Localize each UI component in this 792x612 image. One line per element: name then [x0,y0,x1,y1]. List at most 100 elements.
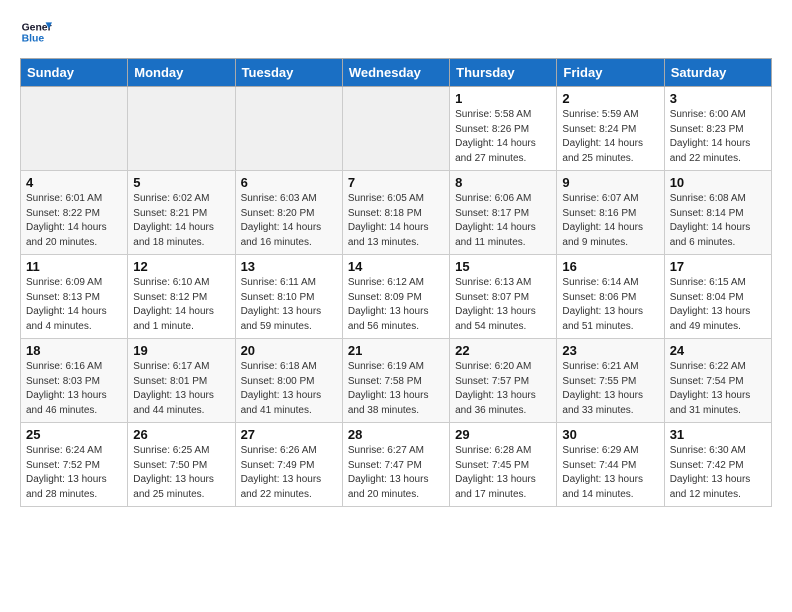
svg-text:Blue: Blue [22,34,45,45]
day-header-saturday: Saturday [664,59,771,87]
calendar-cell: 27 Sunrise: 6:26 AM Sunset: 7:49 PM Dayli… [235,423,342,507]
day-info: Sunrise: 6:25 AM Sunset: 7:50 PM Dayligh… [133,444,229,502]
day-number: 16 [562,259,658,274]
week-row-1: 1Sunrise: 5:58 AM Sunset: 8:26 PM Daylig… [21,87,772,171]
day-info: Sunrise: 6:15 AM Sunset: 8:04 PM Dayligh… [670,276,766,334]
calendar-cell: 20 Sunrise: 6:18 AM Sunset: 8:00 PM Dayli… [235,339,342,423]
day-info: Sunrise: 6:03 AM Sunset: 8:20 PM Dayligh… [241,192,337,250]
day-number: 13 [241,259,337,274]
day-info: Sunrise: 6:16 AM Sunset: 8:03 PM Dayligh… [26,360,122,418]
day-info: Sunrise: 6:14 AM Sunset: 8:06 PM Dayligh… [562,276,658,334]
calendar-cell: 2 Sunrise: 5:59 AM Sunset: 8:24 PM Daylig… [557,87,664,171]
day-info: Sunrise: 6:21 AM Sunset: 7:55 PM Dayligh… [562,360,658,418]
calendar-cell: 30 Sunrise: 6:29 AM Sunset: 7:44 PM Dayli… [557,423,664,507]
day-info: Sunrise: 6:01 AM Sunset: 8:22 PM Dayligh… [26,192,122,250]
calendar-table: SundayMondayTuesdayWednesdayThursdayFrid… [20,58,772,507]
day-info: Sunrise: 6:26 AM Sunset: 7:49 PM Dayligh… [241,444,337,502]
day-info: Sunrise: 6:28 AM Sunset: 7:45 PM Dayligh… [455,444,551,502]
day-info: Sunrise: 6:17 AM Sunset: 8:01 PM Dayligh… [133,360,229,418]
day-info: Sunrise: 6:20 AM Sunset: 7:57 PM Dayligh… [455,360,551,418]
logo: General Blue [20,16,52,48]
day-number: 30 [562,427,658,442]
day-info: Sunrise: 6:08 AM Sunset: 8:14 PM Dayligh… [670,192,766,250]
day-number: 3 [670,91,766,106]
day-number: 22 [455,343,551,358]
day-info: Sunrise: 6:00 AM Sunset: 8:23 PM Dayligh… [670,108,766,166]
day-info: Sunrise: 6:22 AM Sunset: 7:54 PM Dayligh… [670,360,766,418]
calendar-cell: 8Sunrise: 6:06 AM Sunset: 8:17 PM Daylig… [450,171,557,255]
day-number: 14 [348,259,444,274]
day-header-thursday: Thursday [450,59,557,87]
day-info: Sunrise: 6:02 AM Sunset: 8:21 PM Dayligh… [133,192,229,250]
day-info: Sunrise: 6:11 AM Sunset: 8:10 PM Dayligh… [241,276,337,334]
logo-icon: General Blue [20,16,52,48]
day-number: 25 [26,427,122,442]
calendar-cell: 29 Sunrise: 6:28 AM Sunset: 7:45 PM Dayli… [450,423,557,507]
day-number: 26 [133,427,229,442]
calendar-cell: 21Sunrise: 6:19 AM Sunset: 7:58 PM Dayli… [342,339,449,423]
calendar-cell: 1Sunrise: 5:58 AM Sunset: 8:26 PM Daylig… [450,87,557,171]
day-number: 28 [348,427,444,442]
day-number: 7 [348,175,444,190]
day-number: 12 [133,259,229,274]
day-number: 11 [26,259,122,274]
calendar-cell: 6 Sunrise: 6:03 AM Sunset: 8:20 PM Daylig… [235,171,342,255]
day-number: 15 [455,259,551,274]
calendar-cell [128,87,235,171]
day-header-monday: Monday [128,59,235,87]
calendar-cell: 25 Sunrise: 6:24 AM Sunset: 7:52 PM Dayli… [21,423,128,507]
calendar-cell: 10 Sunrise: 6:08 AM Sunset: 8:14 PM Dayli… [664,171,771,255]
day-number: 5 [133,175,229,190]
week-row-2: 4 Sunrise: 6:01 AM Sunset: 8:22 PM Daylig… [21,171,772,255]
calendar-cell: 3 Sunrise: 6:00 AM Sunset: 8:23 PM Daylig… [664,87,771,171]
day-info: Sunrise: 6:29 AM Sunset: 7:44 PM Dayligh… [562,444,658,502]
calendar-cell: 12Sunrise: 6:10 AM Sunset: 8:12 PM Dayli… [128,255,235,339]
day-info: Sunrise: 6:09 AM Sunset: 8:13 PM Dayligh… [26,276,122,334]
calendar-cell: 17Sunrise: 6:15 AM Sunset: 8:04 PM Dayli… [664,255,771,339]
day-header-sunday: Sunday [21,59,128,87]
day-number: 19 [133,343,229,358]
day-number: 8 [455,175,551,190]
calendar-cell: 18 Sunrise: 6:16 AM Sunset: 8:03 PM Dayli… [21,339,128,423]
day-number: 31 [670,427,766,442]
calendar-cell [235,87,342,171]
week-row-3: 11 Sunrise: 6:09 AM Sunset: 8:13 PM Dayli… [21,255,772,339]
day-number: 27 [241,427,337,442]
day-info: Sunrise: 6:19 AM Sunset: 7:58 PM Dayligh… [348,360,444,418]
day-number: 23 [562,343,658,358]
calendar-cell: 14 Sunrise: 6:12 AM Sunset: 8:09 PM Dayli… [342,255,449,339]
calendar-cell: 22 Sunrise: 6:20 AM Sunset: 7:57 PM Dayli… [450,339,557,423]
day-number: 6 [241,175,337,190]
calendar-cell: 13 Sunrise: 6:11 AM Sunset: 8:10 PM Dayli… [235,255,342,339]
calendar-cell: 11 Sunrise: 6:09 AM Sunset: 8:13 PM Dayli… [21,255,128,339]
calendar-cell: 16 Sunrise: 6:14 AM Sunset: 8:06 PM Dayli… [557,255,664,339]
week-row-5: 25 Sunrise: 6:24 AM Sunset: 7:52 PM Dayli… [21,423,772,507]
calendar-cell: 9 Sunrise: 6:07 AM Sunset: 8:16 PM Daylig… [557,171,664,255]
day-number: 4 [26,175,122,190]
day-info: Sunrise: 6:24 AM Sunset: 7:52 PM Dayligh… [26,444,122,502]
day-number: 29 [455,427,551,442]
calendar-cell: 28Sunrise: 6:27 AM Sunset: 7:47 PM Dayli… [342,423,449,507]
day-number: 10 [670,175,766,190]
day-number: 18 [26,343,122,358]
calendar-cell: 24 Sunrise: 6:22 AM Sunset: 7:54 PM Dayli… [664,339,771,423]
day-info: Sunrise: 6:07 AM Sunset: 8:16 PM Dayligh… [562,192,658,250]
calendar-cell: 5 Sunrise: 6:02 AM Sunset: 8:21 PM Daylig… [128,171,235,255]
day-info: Sunrise: 6:18 AM Sunset: 8:00 PM Dayligh… [241,360,337,418]
day-header-friday: Friday [557,59,664,87]
day-number: 20 [241,343,337,358]
day-info: Sunrise: 6:12 AM Sunset: 8:09 PM Dayligh… [348,276,444,334]
day-number: 24 [670,343,766,358]
calendar-body: 1Sunrise: 5:58 AM Sunset: 8:26 PM Daylig… [21,87,772,507]
calendar-cell: 23 Sunrise: 6:21 AM Sunset: 7:55 PM Dayli… [557,339,664,423]
day-number: 9 [562,175,658,190]
day-number: 2 [562,91,658,106]
calendar-cell: 19 Sunrise: 6:17 AM Sunset: 8:01 PM Dayli… [128,339,235,423]
day-info: Sunrise: 5:59 AM Sunset: 8:24 PM Dayligh… [562,108,658,166]
day-info: Sunrise: 6:13 AM Sunset: 8:07 PM Dayligh… [455,276,551,334]
calendar-cell [21,87,128,171]
calendar-cell: 31Sunrise: 6:30 AM Sunset: 7:42 PM Dayli… [664,423,771,507]
calendar-cell: 4 Sunrise: 6:01 AM Sunset: 8:22 PM Daylig… [21,171,128,255]
calendar-cell: 26 Sunrise: 6:25 AM Sunset: 7:50 PM Dayli… [128,423,235,507]
calendar-header-row: SundayMondayTuesdayWednesdayThursdayFrid… [21,59,772,87]
